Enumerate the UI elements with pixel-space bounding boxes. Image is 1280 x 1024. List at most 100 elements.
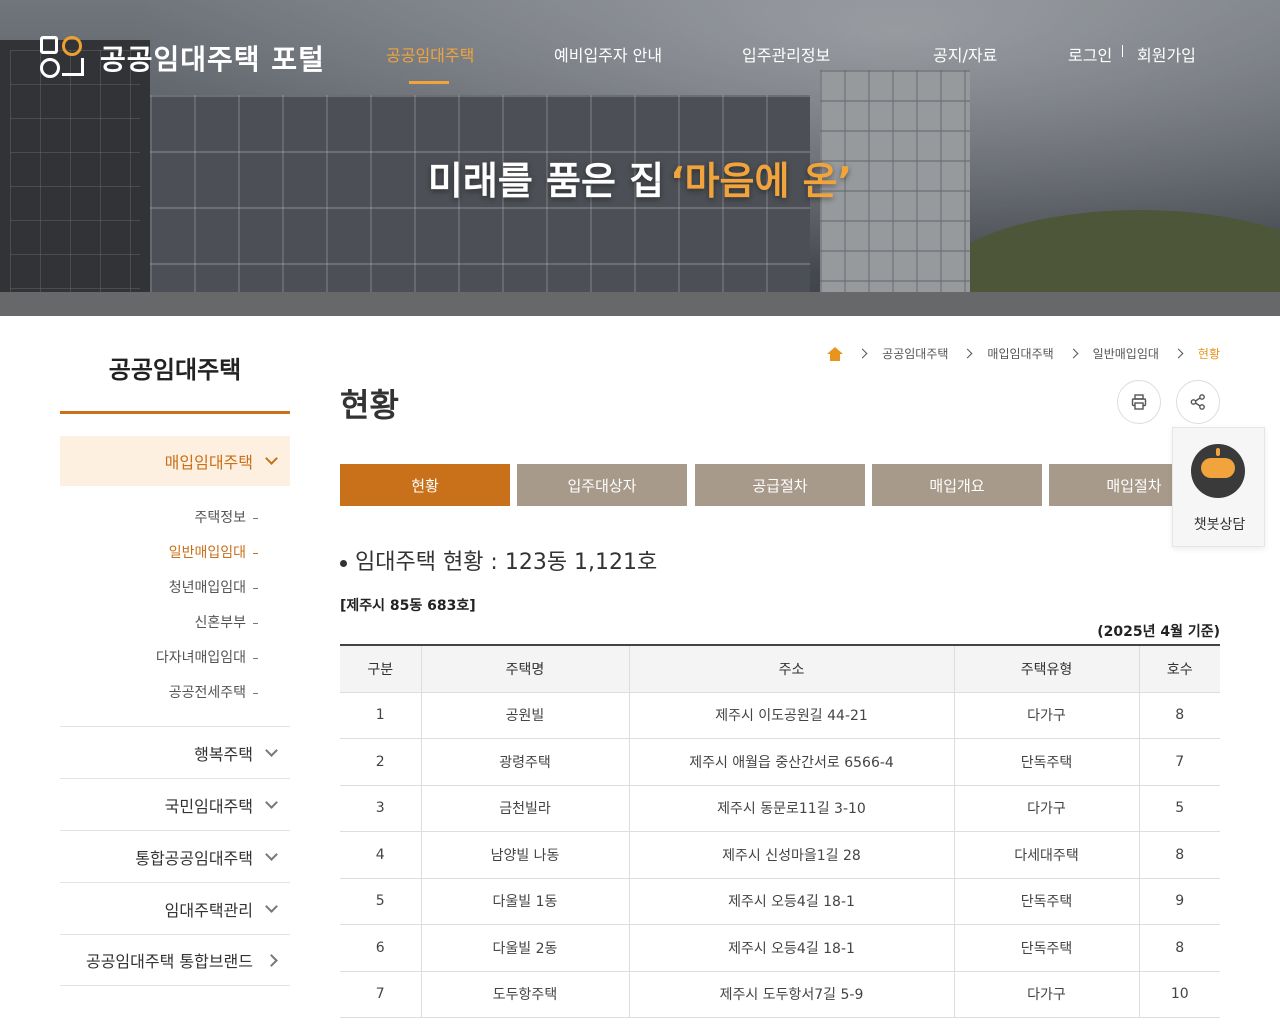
content-tabs: 현황 입주대상자 공급절차 매입개요 매입절차 <box>340 464 1240 506</box>
submenu-item-general[interactable]: 일반매입임대 <box>60 543 290 578</box>
breadcrumb-item[interactable]: 매입임대주택 <box>987 345 1053 362</box>
cell-type: 다가구 <box>954 692 1140 739</box>
global-nav: 공공임대주택 예비입주자 안내 입주관리정보 공지/자료 로그인 회원가입 <box>0 42 1280 86</box>
submenu-label: 주택정보 <box>194 510 246 526</box>
cell-units: 7 <box>1139 738 1220 786</box>
submenu-label: 공공전세주택 <box>168 685 246 701</box>
table-header-row: 구분 주택명 주소 주택유형 호수 <box>340 645 1220 693</box>
col-header: 주택유형 <box>954 645 1140 693</box>
cell-name: 남양빌 나동 <box>421 831 630 879</box>
submenu-item-housing-info[interactable]: 주택정보 <box>60 508 290 543</box>
sidebar-item-label: 국민임대주택 <box>164 796 253 816</box>
cell-type: 단독주택 <box>954 878 1140 925</box>
cell-name: 광령주택 <box>421 738 630 786</box>
tab-purchase-overview[interactable]: 매입개요 <box>872 464 1042 506</box>
gnb-applicant-guide[interactable]: 예비입주자 안내 <box>554 42 662 66</box>
tab-eligibility[interactable]: 입주대상자 <box>517 464 687 506</box>
login-link[interactable]: 로그인 <box>1068 42 1112 66</box>
sidebar-item-integrated-rental[interactable]: 통합공공임대주택 <box>60 830 290 882</box>
share-icon <box>1190 394 1205 410</box>
col-header: 주소 <box>629 645 955 693</box>
cell-type: 다가구 <box>954 971 1140 1018</box>
cell-no: 2 <box>340 738 422 786</box>
sidebar-title: 공공임대주택 <box>108 356 242 384</box>
table-subtitle: [제주시 85동 683호] <box>340 598 476 614</box>
hero-banner: 공공임대주택 포털 공공임대주택 예비입주자 안내 입주관리정보 공지/자료 로… <box>0 0 1280 316</box>
signup-link[interactable]: 회원가입 <box>1137 42 1196 66</box>
cell-name: 도두항주택 <box>421 971 630 1018</box>
cell-units: 9 <box>1139 878 1220 925</box>
sidebar-item-label: 통합공공임대주택 <box>135 848 253 868</box>
sidebar-item-happy-housing[interactable]: 행복주택 <box>60 726 290 778</box>
chevron-down-icon <box>265 743 278 757</box>
cell-address: 제주시 애월읍 중산간서로 6566-4 <box>629 738 955 786</box>
cell-address: 제주시 동문로11길 3-10 <box>629 785 955 832</box>
home-icon[interactable] <box>827 346 844 361</box>
submenu-label: 청년매입임대 <box>168 580 246 596</box>
chatbot-button[interactable]: 챗봇상담 <box>1172 427 1265 547</box>
gnb-residence-info[interactable]: 입주관리정보 <box>742 42 830 66</box>
table-row: 4 남양빌 나동 제주시 신성마을1길 28 다세대주택 8 <box>340 831 1220 879</box>
chevron-down-icon <box>265 795 278 809</box>
breadcrumb-item[interactable]: 공공임대주택 <box>882 345 948 362</box>
breadcrumb-item[interactable]: 일반매입임대 <box>1093 345 1159 362</box>
page-title: 현황 <box>340 386 399 424</box>
chevron-down-icon <box>265 847 278 861</box>
cell-no: 5 <box>340 878 422 925</box>
slogan-main: 미래를 품은 집 <box>427 159 665 203</box>
sidebar-item-label: 공공임대주택 통합브랜드 <box>85 952 253 971</box>
sidebar-item-brand[interactable]: 공공임대주택 통합브랜드 <box>60 934 290 986</box>
gnb-notice[interactable]: 공지/자료 <box>933 42 997 66</box>
sidebar-submenu: 주택정보 일반매입임대 청년매입임대 신혼부부 다자녀매입임대 공공전세주택 <box>60 508 290 718</box>
submenu-item-jeonse[interactable]: 공공전세주택 <box>60 683 290 718</box>
sidebar-item-rental-management[interactable]: 임대주택관리 <box>60 882 290 934</box>
chevron-right-icon <box>1173 348 1184 359</box>
sidebar-item-national-rental[interactable]: 국민임대주택 <box>60 778 290 830</box>
cell-no: 7 <box>340 971 422 1018</box>
submenu-label: 신혼부부 <box>194 615 246 631</box>
submenu-item-multichild[interactable]: 다자녀매입임대 <box>60 648 290 683</box>
tab-supply-procedure[interactable]: 공급절차 <box>695 464 865 506</box>
chevron-right-icon <box>1068 348 1079 359</box>
tab-status[interactable]: 현황 <box>340 464 510 506</box>
gnb-public-rental[interactable]: 공공임대주택 <box>386 42 474 66</box>
cell-name: 다울빌 1동 <box>421 878 630 925</box>
breadcrumb: 공공임대주택 매입임대주택 일반매입임대 현황 <box>827 345 1220 362</box>
chevron-right-icon <box>265 953 278 967</box>
housing-status-table: 구분 주택명 주소 주택유형 호수 1 공원빌 제주시 이도공원길 44-21 … <box>340 644 1220 1018</box>
table-row: 1 공원빌 제주시 이도공원길 44-21 다가구 8 <box>340 692 1220 739</box>
cell-address: 제주시 오등4길 18-1 <box>629 924 955 972</box>
cell-type: 단독주택 <box>954 738 1140 786</box>
cell-units: 10 <box>1139 971 1220 1018</box>
print-button[interactable] <box>1117 380 1161 424</box>
cell-type: 다세대주택 <box>954 831 1140 879</box>
submenu-label: 일반매입임대 <box>168 545 246 561</box>
chevron-down-icon <box>265 452 278 465</box>
share-button[interactable] <box>1176 380 1220 424</box>
cell-units: 5 <box>1139 785 1220 832</box>
cell-type: 단독주택 <box>954 924 1140 972</box>
col-header: 구분 <box>340 645 422 693</box>
hero-slogan: 미래를 품은 집 ‘마음에 온’ <box>0 150 1280 205</box>
cell-units: 8 <box>1139 692 1220 739</box>
gnb-active-indicator <box>409 81 449 84</box>
col-header: 주택명 <box>421 645 630 693</box>
cell-address: 제주시 도두항서7길 5-9 <box>629 971 955 1018</box>
submenu-item-newlywed[interactable]: 신혼부부 <box>60 613 290 648</box>
cell-units: 8 <box>1139 831 1220 879</box>
sidebar-item-label: 매입임대주택 <box>164 453 253 472</box>
table-row: 2 광령주택 제주시 애월읍 중산간서로 6566-4 단독주택 7 <box>340 738 1220 786</box>
submenu-item-youth[interactable]: 청년매입임대 <box>60 578 290 613</box>
cell-no: 3 <box>340 785 422 832</box>
table-basis-date: (2025년 4월 기준) <box>1097 624 1220 640</box>
cell-name: 금천빌라 <box>421 785 630 832</box>
robot-icon <box>1191 444 1245 498</box>
print-icon <box>1131 394 1147 410</box>
sidebar-item-purchase-rental[interactable]: 매입임대주택 <box>60 436 290 486</box>
table-row: 7 도두항주택 제주시 도두항서7길 5-9 다가구 10 <box>340 971 1220 1018</box>
breadcrumb-current: 현황 <box>1197 347 1220 361</box>
sidebar-title-underline <box>60 411 290 414</box>
chatbot-label: 챗봇상담 <box>1193 517 1246 533</box>
cell-address: 제주시 이도공원길 44-21 <box>629 692 955 739</box>
sidebar-item-label: 행복주택 <box>194 744 253 764</box>
